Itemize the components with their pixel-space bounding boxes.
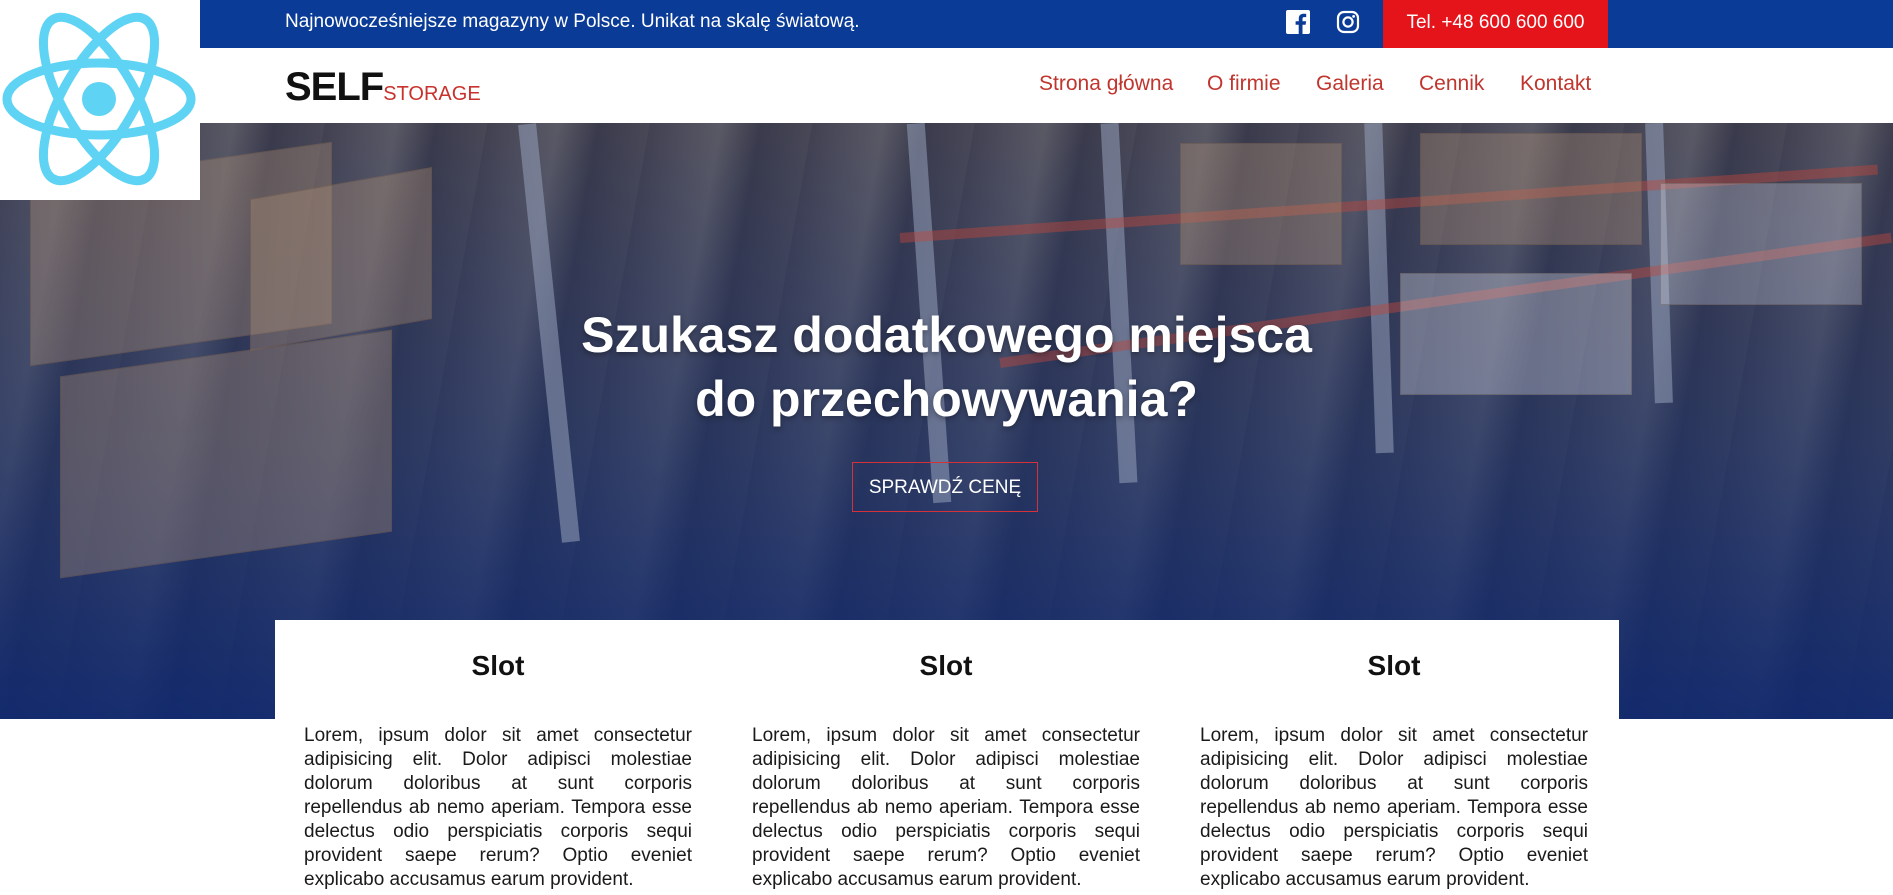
logo-main-text: SELF <box>285 65 384 109</box>
instagram-icon[interactable] <box>1336 10 1360 34</box>
tagline: Najnowocześniejsze magazyny w Polsce. Un… <box>285 11 860 32</box>
card-title: Slot <box>471 650 525 681</box>
card-title: Slot <box>919 650 973 681</box>
nav-pricing[interactable]: Cennik <box>1419 72 1484 96</box>
nav-home[interactable]: Strona główna <box>1039 72 1173 96</box>
hero-title-line2: do przechowywania? <box>695 371 1198 427</box>
hero-title: Szukasz dodatkowego miejsca do przechowy… <box>0 303 1893 431</box>
react-atom-icon <box>0 0 200 200</box>
hero-title-line1: Szukasz dodatkowego miejsca <box>581 307 1312 363</box>
nav-contact[interactable]: Kontakt <box>1520 72 1591 96</box>
logo[interactable]: SELFSTORAGE <box>285 65 481 110</box>
card-text: Lorem, ipsum dolor sit amet consectetur … <box>1200 725 1588 890</box>
phone-button[interactable]: Tel. +48 600 600 600 <box>1383 0 1608 48</box>
check-price-button[interactable]: SPRAWDŹ CENĘ <box>852 462 1038 512</box>
nav-gallery[interactable]: Galeria <box>1316 72 1384 96</box>
card-title: Slot <box>1367 650 1421 681</box>
card-text: Lorem, ipsum dolor sit amet consectetur … <box>752 725 1140 890</box>
facebook-icon[interactable] <box>1286 10 1310 35</box>
nav-about[interactable]: O firmie <box>1207 72 1281 96</box>
logo-sub-text: STORAGE <box>383 83 481 105</box>
navbar <box>0 48 1893 123</box>
features-section: Slot Lorem, ipsum dolor sit amet consect… <box>275 620 1619 895</box>
card-text: Lorem, ipsum dolor sit amet consectetur … <box>304 725 692 890</box>
